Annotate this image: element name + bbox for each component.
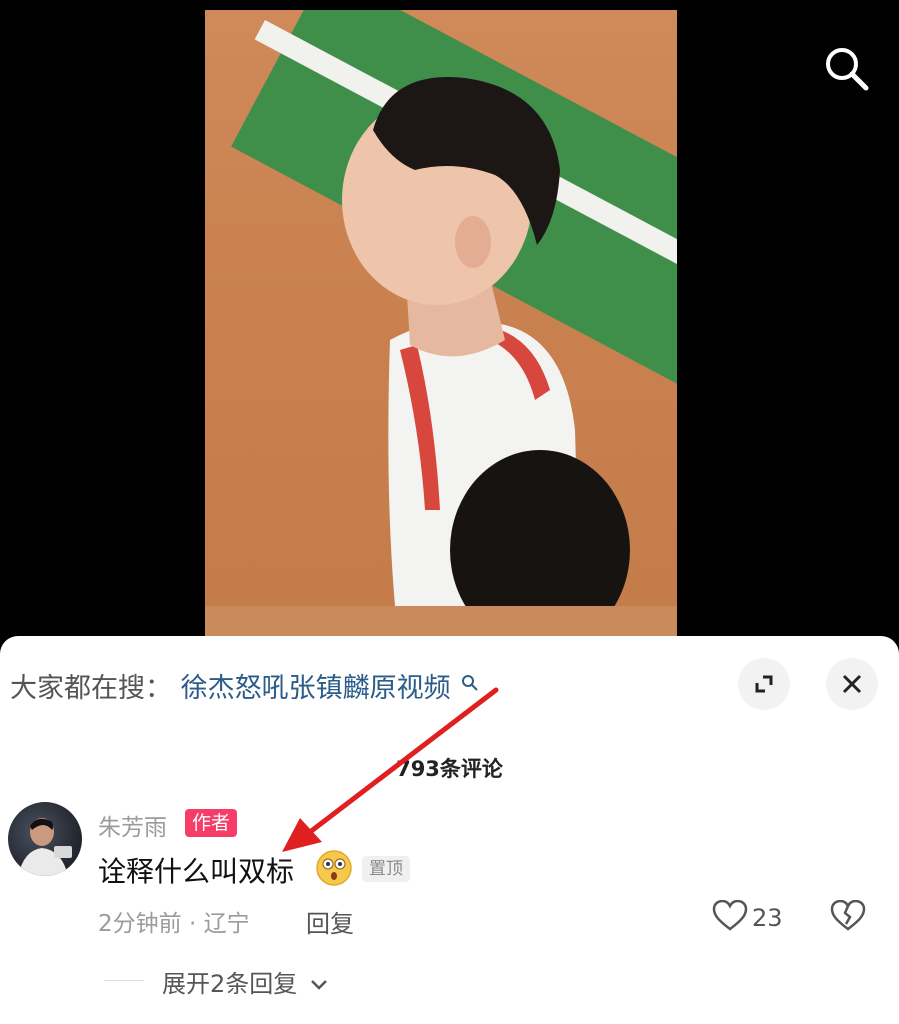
search-small-icon [461, 668, 479, 699]
player-image [342, 77, 630, 606]
search-suggestion-link[interactable]: 徐杰怒吼张镇麟原视频 [181, 673, 451, 704]
comment-location: 辽宁 [203, 911, 250, 937]
expand-replies-button[interactable]: 展开2条回复 [162, 964, 329, 999]
search-suggestion[interactable]: 大家都在搜： 徐杰怒吼张镇麟原视频 [10, 666, 479, 705]
comment-meta: 2分钟前 · 辽宁 [98, 904, 250, 938]
like-button[interactable]: 23 [712, 899, 783, 936]
comment-text: 诠释什么叫双标 [98, 855, 295, 888]
author-badge: 作者 [185, 809, 238, 837]
heart-icon [712, 899, 748, 936]
reply-button[interactable]: 回复 [306, 904, 354, 939]
video-area[interactable] [0, 0, 899, 640]
search-icon[interactable] [818, 40, 876, 98]
video-frame[interactable] [205, 10, 677, 606]
face-emoji-icon [314, 848, 354, 892]
avatar[interactable] [8, 802, 82, 876]
comment-time: 2分钟前 [98, 911, 182, 937]
pinned-badge: 置顶 [362, 856, 410, 882]
chevron-down-icon [311, 980, 327, 990]
comment-author[interactable]: 朱芳雨 [98, 808, 167, 842]
comment-panel: 大家都在搜： 徐杰怒吼张镇麟原视频 793条评论 朱芳雨 作者 诠释什么叫双标 … [0, 636, 899, 1024]
comment-count: 793条评论 [396, 757, 503, 781]
expand-replies-label: 展开2条回复 [162, 970, 298, 998]
broken-heart-icon[interactable] [830, 899, 866, 936]
meta-separator: · [188, 911, 197, 937]
video-frame-bottom [205, 606, 677, 640]
like-count: 23 [752, 904, 783, 932]
divider [104, 980, 144, 981]
close-icon[interactable] [826, 658, 878, 710]
search-suggestion-prefix: 大家都在搜： [10, 673, 172, 704]
expand-icon[interactable] [738, 658, 790, 710]
